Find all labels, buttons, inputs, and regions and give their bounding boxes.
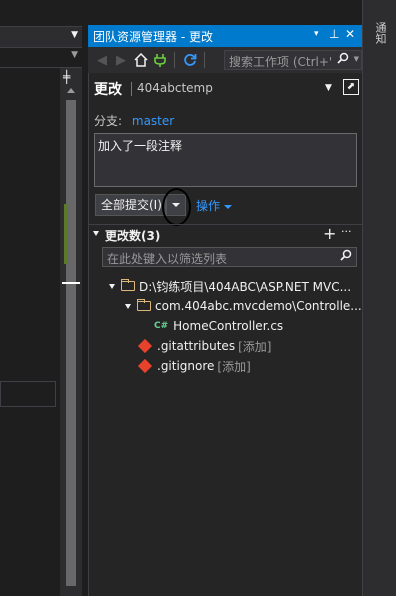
page-title: 更改: [94, 82, 122, 98]
toolbar-separator: [174, 52, 175, 68]
back-icon[interactable]: ◀: [93, 51, 111, 69]
tree-file-gitattributes[interactable]: .gitattributes [添加]: [137, 337, 272, 355]
chevron-down-icon: [224, 204, 233, 209]
connect-plug-icon[interactable]: [151, 51, 169, 69]
actions-label: 操作: [196, 199, 221, 213]
pin-icon[interactable]: ⊥: [329, 27, 339, 41]
strip-divider: [362, 0, 363, 596]
annotation-circle: [162, 188, 191, 226]
search-icon[interactable]: [340, 249, 352, 264]
folder-icon: [121, 279, 135, 291]
tree-item-label: .gitignore: [157, 359, 215, 373]
close-icon[interactable]: ✕: [345, 27, 355, 41]
panel-title-bar[interactable]: 团队资源管理器 - 更改 ▾ ⊥ ✕: [88, 25, 362, 47]
change-status-tag: [添加]: [217, 359, 251, 374]
branch-label: 分支:: [94, 114, 123, 128]
right-tool-strip: 通知: [362, 0, 396, 596]
tree-item-label: HomeController.cs: [173, 319, 284, 333]
stage-all-plus-icon[interactable]: +: [323, 224, 336, 243]
collapse-triangle-icon[interactable]: [93, 231, 99, 236]
scrollbar-thumb[interactable]: [66, 100, 76, 586]
changes-section-title: 更改数(3): [105, 229, 161, 243]
window-position-icon[interactable]: ▾: [314, 29, 319, 39]
pop-out-icon[interactable]: ⬈: [343, 79, 359, 95]
tree-item-label: .gitattributes: [157, 339, 236, 353]
actions-menu-link[interactable]: 操作: [196, 197, 233, 214]
changes-section-header[interactable]: 更改数(3) + ···: [92, 224, 358, 243]
work-item-search-input[interactable]: 搜索工作项 (Ctrl+' ▼: [224, 50, 362, 70]
expand-triangle-icon[interactable]: [109, 283, 115, 289]
repository-name: 404abctemp: [137, 81, 213, 95]
page-header: 更改 404abctemp ▼ ⬈: [94, 79, 360, 101]
git-file-icon: [137, 358, 153, 374]
chevron-down-icon[interactable]: ▼: [354, 55, 359, 63]
csharp-file-icon: C#: [154, 321, 169, 331]
notifications-tab[interactable]: 通知: [372, 22, 387, 44]
refresh-icon[interactable]: [181, 51, 199, 69]
tree-item-label: D:\钧练项目\404ABC\ASP.NET MVC...: [139, 279, 352, 294]
forward-icon[interactable]: ▶: [112, 51, 130, 69]
search-icon[interactable]: [337, 52, 349, 67]
branch-row: 分支: master: [94, 112, 174, 129]
editor-line-highlight: [0, 381, 56, 407]
folder-icon: [137, 299, 151, 311]
split-handle-icon[interactable]: ╪: [63, 70, 70, 84]
search-placeholder: 搜索工作项 (Ctrl+': [229, 55, 333, 69]
tree-file-homecontroller[interactable]: C# HomeController.cs: [154, 317, 283, 335]
commit-all-button[interactable]: 全部提交(I): [95, 194, 166, 216]
editor-member-bar[interactable]: ▼: [0, 48, 82, 68]
git-file-icon: [137, 338, 153, 354]
expand-triangle-icon[interactable]: [125, 303, 131, 309]
panel-title: 团队资源管理器 - 更改: [93, 30, 213, 44]
branch-link[interactable]: master: [132, 114, 174, 128]
toolbar-separator: [204, 52, 205, 68]
tree-item-label: com.404abc.mvcdemo\Controlle...: [155, 299, 362, 313]
chevron-down-icon[interactable]: ▼: [325, 83, 332, 93]
filter-placeholder: 在此处键入以筛选列表: [107, 252, 228, 266]
editor-scrollbar[interactable]: ╪: [60, 68, 82, 596]
title-divider: [131, 82, 132, 96]
change-marker: [64, 204, 67, 264]
tree-file-gitignore[interactable]: .gitignore [添加]: [137, 357, 251, 375]
chevron-down-icon[interactable]: ▼: [71, 30, 78, 40]
scroll-up-icon[interactable]: [67, 88, 75, 93]
commit-message-field[interactable]: 加入了一段注释: [94, 133, 357, 187]
filter-list-input[interactable]: 在此处键入以筛选列表: [102, 247, 357, 267]
change-status-tag: [添加]: [238, 339, 272, 354]
caret-position-marker: [62, 282, 80, 284]
section-divider: [88, 224, 362, 225]
commit-message-text: 加入了一段注释: [98, 139, 183, 153]
chevron-down-icon[interactable]: ▼: [71, 50, 78, 60]
more-options-icon[interactable]: ···: [341, 225, 352, 238]
editor-navigation-bar[interactable]: ▼: [0, 26, 82, 48]
tree-folder-root[interactable]: D:\钧练项目\404ABC\ASP.NET MVC...: [109, 277, 351, 295]
home-icon[interactable]: [132, 51, 150, 69]
tree-folder-controllers[interactable]: com.404abc.mvcdemo\Controlle...: [125, 297, 362, 315]
